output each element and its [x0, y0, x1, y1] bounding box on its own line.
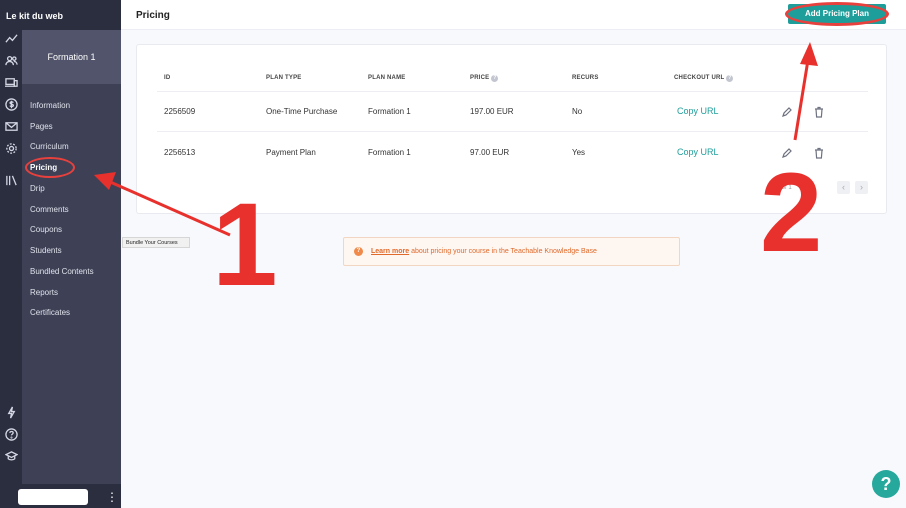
sidebar-item-certificates[interactable]: Certificates — [30, 308, 70, 317]
sidebar-item-coupons[interactable]: Coupons — [30, 225, 62, 234]
users-icon[interactable] — [3, 52, 19, 68]
add-pricing-plan-button[interactable]: Add Pricing Plan — [788, 4, 886, 24]
row-2-copy-url-link[interactable]: Copy URL — [677, 147, 719, 157]
row-1-plan-type: One-Time Purchase — [266, 107, 338, 116]
column-header-plan-name: PLAN NAME — [368, 75, 406, 81]
edit-pencil-icon[interactable] — [781, 105, 793, 117]
page-title: Pricing — [136, 10, 170, 21]
sidebar-item-reports[interactable]: Reports — [30, 288, 58, 297]
devices-icon[interactable] — [3, 74, 19, 90]
icon-rail — [0, 0, 22, 508]
help-chat-button[interactable]: ? — [872, 470, 900, 498]
bolt-icon[interactable] — [3, 404, 19, 420]
row-1-copy-url-link[interactable]: Copy URL — [677, 106, 719, 116]
dollar-icon[interactable] — [3, 96, 19, 112]
library-icon[interactable] — [3, 172, 19, 188]
banner-text: Learn more about pricing your course in … — [371, 248, 597, 255]
course-title[interactable]: Formation 1 — [22, 30, 121, 84]
sidebar-item-drip[interactable]: Drip — [30, 184, 45, 193]
sidebar-item-information[interactable]: Information — [30, 101, 70, 110]
gear-icon[interactable] — [3, 140, 19, 156]
graduation-icon[interactable] — [3, 448, 19, 464]
user-account-redacted[interactable] — [18, 489, 88, 505]
sidebar-item-pricing[interactable]: Pricing — [30, 163, 57, 172]
column-header-plan-type: PLAN TYPE — [266, 75, 302, 81]
row-1-recurs: No — [572, 107, 583, 116]
sidebar-item-curriculum[interactable]: Curriculum — [30, 142, 69, 151]
learn-more-link[interactable]: Learn more — [371, 248, 409, 255]
divider — [157, 131, 868, 132]
more-options-icon[interactable]: ⋮ — [106, 489, 118, 505]
row-1-plan-name: Formation 1 — [368, 107, 411, 116]
price-info-icon[interactable]: ? — [491, 75, 499, 82]
checkout-info-icon[interactable]: ? — [726, 75, 734, 82]
row-2-recurs: Yes — [572, 148, 586, 157]
column-header-checkout-url: CHECKOUT URL? — [674, 75, 734, 82]
knowledge-base-banner: ? Learn more about pricing your course i… — [343, 237, 680, 266]
question-icon: ? — [354, 247, 363, 256]
tooltip-bundle-courses: Bundle Your Courses — [122, 237, 190, 248]
top-bar: Pricing Add Pricing Plan — [121, 0, 906, 30]
divider — [157, 91, 868, 92]
row-1-price: 197.00 EUR — [470, 107, 514, 116]
row-2-id: 2256513 — [164, 148, 196, 157]
sidebar-item-pages[interactable]: Pages — [30, 122, 53, 131]
trend-icon[interactable] — [3, 30, 19, 46]
annotation-step-1: 1 — [212, 179, 278, 311]
column-header-price: PRICE? — [470, 75, 499, 82]
banner-message: about pricing your course in the Teachab… — [409, 248, 597, 255]
row-1-id: 2256509 — [164, 107, 196, 116]
prev-page-button[interactable]: ‹ — [837, 181, 850, 194]
row-2-price: 97.00 EUR — [470, 148, 510, 157]
sidebar-item-bundled-contents[interactable]: Bundled Contents — [30, 267, 94, 276]
row-2-plan-name: Formation 1 — [368, 148, 411, 157]
help-icon[interactable] — [3, 426, 19, 442]
mail-icon[interactable] — [3, 118, 19, 134]
column-header-id: ID — [164, 75, 171, 81]
brand-name[interactable]: Le kit du web — [0, 0, 121, 30]
annotation-step-2: 2 — [760, 150, 823, 275]
sidebar-item-comments[interactable]: Comments — [30, 205, 69, 214]
row-2-plan-type: Payment Plan — [266, 148, 316, 157]
sidebar-item-students[interactable]: Students — [30, 246, 62, 255]
course-sidebar: Formation 1 Information Pages Curriculum… — [22, 30, 121, 508]
next-page-button[interactable]: › — [855, 181, 868, 194]
delete-trash-icon[interactable] — [813, 105, 825, 118]
column-header-recurs: RECURS — [572, 75, 599, 81]
